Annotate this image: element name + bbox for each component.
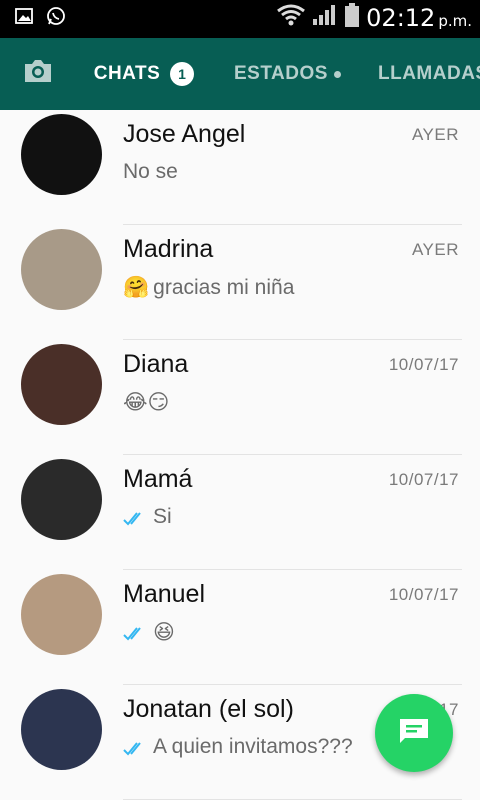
gallery-notification-icon xyxy=(14,6,34,26)
preview-text: Si xyxy=(153,505,172,528)
tab-chats[interactable]: CHATS 1 xyxy=(72,38,216,110)
tab-estados-label: ESTADOS xyxy=(234,63,328,84)
avatar[interactable] xyxy=(21,459,102,540)
chat-row[interactable]: Madrina AYER 🤗 gracias mi niña xyxy=(0,225,480,340)
chat-preview: 😂😏 xyxy=(123,390,169,414)
signal-icon xyxy=(312,3,338,32)
chat-timestamp: AYER xyxy=(411,240,459,259)
unread-badge: 1 xyxy=(170,62,195,86)
chat-preview: No se xyxy=(123,160,178,184)
camera-icon xyxy=(22,57,54,91)
chat-name: Jose Angel xyxy=(123,120,246,148)
read-receipt-icon xyxy=(123,739,149,756)
emoji: 😂😏 xyxy=(123,390,170,414)
preview-text: gracias mi niña xyxy=(153,275,295,299)
chat-row[interactable]: Manuel 10/07/17 😆 xyxy=(0,570,480,685)
chat-name: Manuel xyxy=(123,580,205,608)
chat-name: Diana xyxy=(123,350,189,378)
avatar[interactable] xyxy=(21,229,102,310)
message-icon xyxy=(397,716,431,751)
tab-estados[interactable]: ESTADOS xyxy=(234,38,341,110)
avatar[interactable] xyxy=(21,574,102,655)
chat-timestamp: 10/07/17 xyxy=(388,355,459,374)
chat-row[interactable]: Diana 10/07/17 😂😏 xyxy=(0,340,480,455)
chat-name: Madrina xyxy=(123,235,214,263)
status-bar: 02:12 p.m. xyxy=(0,0,480,38)
chat-preview: A quien invitamos??? xyxy=(123,735,353,759)
tab-chats-label: CHATS xyxy=(93,63,161,84)
battery-icon xyxy=(344,2,360,33)
chat-preview: Si xyxy=(123,505,172,529)
tab-llamadas-label: LLAMADAS xyxy=(378,63,480,84)
tab-camera[interactable] xyxy=(18,38,58,110)
new-status-dot xyxy=(333,70,341,78)
chat-row[interactable]: Mamá 10/07/17 Si xyxy=(0,455,480,570)
new-chat-button[interactable] xyxy=(375,694,453,772)
chat-preview: 🤗 gracias mi niña xyxy=(123,275,294,300)
preview-text: A quien invitamos??? xyxy=(153,735,353,758)
tab-llamadas[interactable]: LLAMADAS xyxy=(378,38,480,110)
read-receipt-icon xyxy=(123,509,149,526)
chat-row[interactable]: Jose Angel AYER No se xyxy=(0,110,480,225)
app-bar: CHATS 1 ESTADOS LLAMADAS xyxy=(0,38,480,110)
emoji: 😆 xyxy=(153,620,175,644)
chat-name: Mamá xyxy=(123,465,193,493)
avatar[interactable] xyxy=(21,114,102,195)
read-receipt-icon xyxy=(123,624,149,641)
clock: 02:12 p.m. xyxy=(366,3,472,32)
whatsapp-notification-icon xyxy=(46,6,66,26)
preview-text: No se xyxy=(123,160,178,183)
chat-preview: 😆 xyxy=(123,620,175,644)
avatar[interactable] xyxy=(21,344,102,425)
avatar[interactable] xyxy=(21,689,102,770)
emoji: 🤗 xyxy=(123,275,150,299)
chat-timestamp: 10/07/17 xyxy=(388,470,459,489)
chat-name: Jonatan (el sol) xyxy=(123,695,294,723)
chat-timestamp: AYER xyxy=(411,125,459,144)
chat-timestamp: 10/07/17 xyxy=(388,585,459,604)
wifi-icon xyxy=(276,3,306,32)
